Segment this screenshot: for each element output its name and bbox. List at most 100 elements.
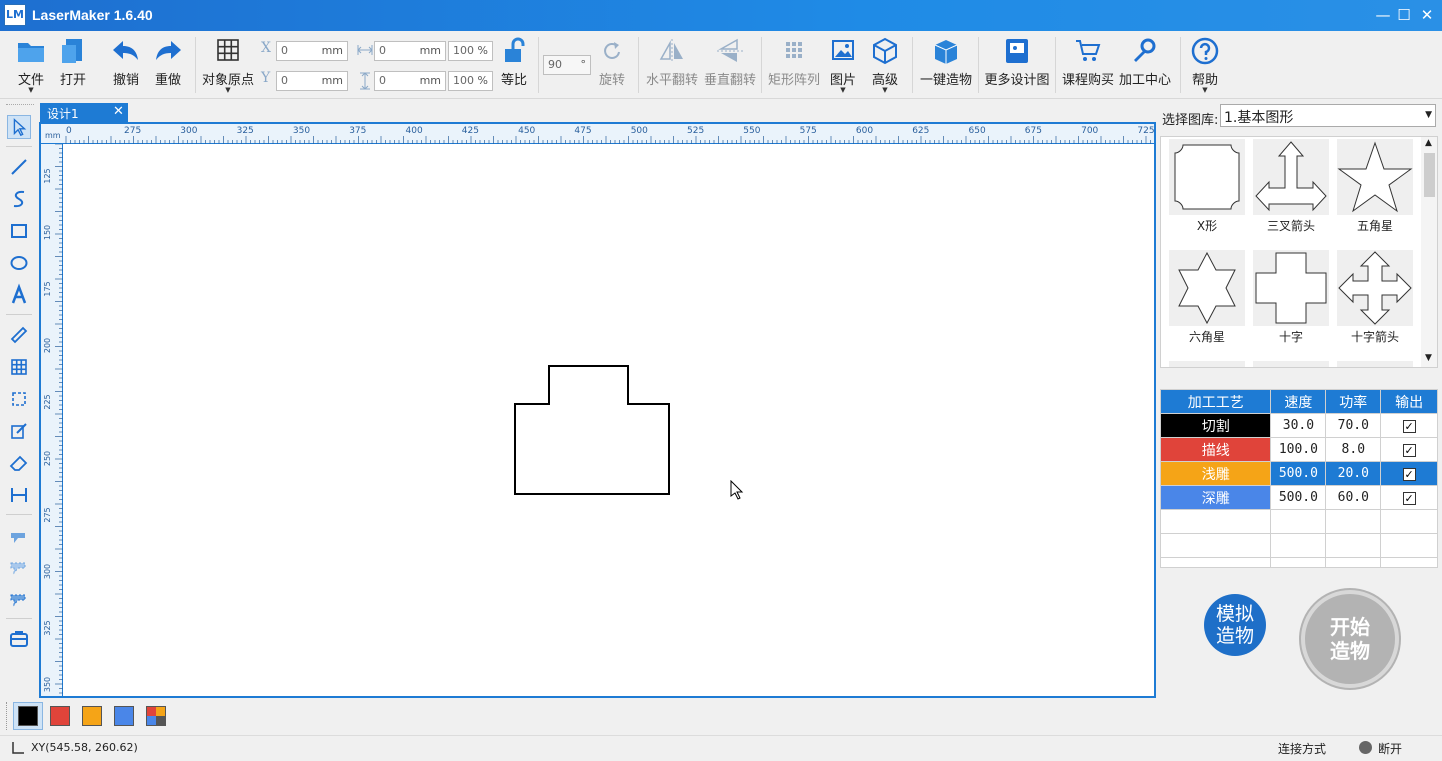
process-name: 描线 bbox=[1159, 437, 1272, 462]
shape-cross-arrow[interactable] bbox=[1337, 250, 1413, 326]
text-tool-icon[interactable] bbox=[7, 283, 31, 307]
process-center-button[interactable]: 加工中心 bbox=[1116, 31, 1174, 97]
shape-cross[interactable] bbox=[1253, 250, 1329, 326]
rotate-icon bbox=[604, 42, 620, 59]
file-button[interactable]: 文件 ▼ bbox=[12, 31, 50, 97]
height-input[interactable]: 0 mm bbox=[374, 71, 446, 91]
chevron-down-icon: ▼ bbox=[28, 86, 34, 94]
process-speed[interactable]: 500.0 bbox=[1270, 485, 1327, 510]
table-grid-icon[interactable] bbox=[7, 355, 31, 379]
toolbox-icon[interactable] bbox=[7, 627, 31, 651]
shape-five-star-label: 五角星 bbox=[1356, 219, 1393, 233]
ruler-tick-label: 300 bbox=[43, 564, 52, 579]
eraser-icon[interactable] bbox=[7, 451, 31, 475]
frame-tool-icon[interactable] bbox=[7, 387, 31, 411]
help-button[interactable]: 帮助 ▼ bbox=[1186, 31, 1224, 97]
color-swatch-orange[interactable] bbox=[82, 706, 102, 726]
line-tool-icon[interactable] bbox=[7, 155, 31, 179]
vertical-ruler-ticks: 125 150 175 200 225 250 275 300 325 350 bbox=[43, 144, 63, 694]
shape-x[interactable] bbox=[1169, 139, 1245, 215]
width-percent-input[interactable]: 100% bbox=[448, 41, 493, 61]
edit-node-icon[interactable] bbox=[7, 419, 31, 443]
measure-ruler-icon[interactable] bbox=[7, 323, 31, 347]
table-row[interactable]: 切割 30.0 70.0 ✓ bbox=[1159, 413, 1438, 438]
table-row[interactable]: 深雕 500.0 60.0 ✓ bbox=[1159, 485, 1438, 510]
color-swatch-black[interactable] bbox=[18, 706, 38, 726]
process-power[interactable]: 70.0 bbox=[1325, 413, 1382, 438]
library-scrollbar[interactable]: ▲ ▼ bbox=[1421, 137, 1437, 367]
ellipse-tool-icon[interactable] bbox=[7, 251, 31, 275]
process-speed[interactable]: 30.0 bbox=[1270, 413, 1327, 438]
scroll-down-icon[interactable]: ▼ bbox=[1425, 353, 1432, 363]
scrollbar-thumb[interactable] bbox=[1424, 153, 1435, 197]
unit-label: mm bbox=[419, 44, 441, 57]
height-percent-input[interactable]: 100% bbox=[448, 71, 493, 91]
minimize-button[interactable]: — bbox=[1374, 6, 1392, 24]
process-power[interactable]: 8.0 bbox=[1325, 437, 1382, 462]
table-row[interactable]: 描线 100.0 8.0 ✓ bbox=[1159, 437, 1438, 462]
color-swatch-red[interactable] bbox=[50, 706, 70, 726]
rectangle-tool-icon[interactable] bbox=[7, 219, 31, 243]
design-gallery-icon bbox=[1006, 39, 1028, 63]
x-position-input[interactable]: 0 mm bbox=[276, 41, 348, 61]
close-button[interactable]: ✕ bbox=[1418, 6, 1436, 24]
width-input[interactable]: 0 mm bbox=[374, 41, 446, 61]
process-power[interactable]: 60.0 bbox=[1325, 485, 1382, 510]
fill-tool-icon[interactable] bbox=[7, 523, 31, 547]
select-pointer-icon[interactable] bbox=[7, 115, 31, 139]
object-origin-button[interactable]: 对象原点 ▼ bbox=[200, 31, 256, 97]
design-canvas[interactable]: 0 275 300 325 350 375 400 425 450 475 500 525 550 575… bbox=[39, 122, 1156, 698]
process-name: 深雕 bbox=[1159, 485, 1272, 510]
advanced-button[interactable]: 高级 ▼ bbox=[866, 31, 904, 97]
output-checkbox[interactable]: ✓ bbox=[1402, 443, 1416, 457]
cube-icon bbox=[873, 37, 897, 65]
shape-cross-label: 十字 bbox=[1278, 330, 1303, 344]
grip-handle[interactable] bbox=[6, 104, 34, 106]
image-button[interactable]: 图片 ▼ bbox=[826, 31, 860, 97]
rotate-angle-input[interactable]: 90 ° bbox=[543, 55, 591, 75]
color-swatch-multi[interactable] bbox=[146, 706, 166, 726]
scroll-up-icon[interactable]: ▲ bbox=[1425, 138, 1432, 148]
separator bbox=[761, 37, 762, 93]
shape-six-star[interactable] bbox=[1169, 250, 1245, 326]
one-click-make-button[interactable]: 一键造物 bbox=[918, 31, 974, 97]
lock-ratio-button[interactable]: 等比 bbox=[496, 31, 532, 97]
open-button[interactable]: 打开 bbox=[54, 31, 92, 97]
fill-outline-icon[interactable] bbox=[7, 555, 31, 579]
process-speed[interactable]: 500.0 bbox=[1270, 461, 1327, 486]
table-row[interactable]: 浅雕 500.0 20.0 ✓ bbox=[1159, 461, 1438, 486]
drawn-shape[interactable] bbox=[511, 364, 671, 496]
undo-button[interactable]: 撤销 bbox=[106, 31, 146, 97]
horizontal-flip-button[interactable]: 水平翻转 bbox=[644, 31, 700, 97]
output-checkbox[interactable]: ✓ bbox=[1402, 467, 1416, 481]
rect-array-button[interactable]: 矩形阵列 bbox=[766, 31, 822, 97]
tab-close-icon[interactable]: ✕ bbox=[113, 104, 124, 119]
rotate-button[interactable]: 旋转 bbox=[595, 31, 629, 97]
shape-x-label: X形 bbox=[1196, 219, 1218, 233]
process-speed[interactable]: 100.0 bbox=[1270, 437, 1327, 462]
divider bbox=[6, 618, 32, 619]
ruler-tick-label: 275 bbox=[124, 126, 141, 136]
start-make-button[interactable]: 开始 造物 bbox=[1301, 590, 1399, 688]
fill-down-icon[interactable] bbox=[7, 587, 31, 611]
color-swatch-blue[interactable] bbox=[114, 706, 134, 726]
output-checkbox[interactable]: ✓ bbox=[1402, 491, 1416, 505]
horizontal-flip-label: 水平翻转 bbox=[645, 73, 698, 88]
grip-handle[interactable] bbox=[6, 702, 10, 730]
output-checkbox[interactable]: ✓ bbox=[1402, 419, 1416, 433]
shape-trident-arrow[interactable] bbox=[1253, 139, 1329, 215]
course-purchase-button[interactable]: 课程购买 bbox=[1060, 31, 1116, 97]
y-position-input[interactable]: 0 mm bbox=[276, 71, 348, 91]
more-designs-button[interactable]: 更多设计图 bbox=[983, 31, 1051, 97]
curve-tool-icon[interactable] bbox=[7, 187, 31, 211]
tab-design1[interactable]: 设计1 ✕ bbox=[40, 103, 128, 122]
redo-button[interactable]: 重做 bbox=[148, 31, 188, 97]
maximize-button[interactable]: ☐ bbox=[1395, 6, 1413, 24]
process-power[interactable]: 20.0 bbox=[1325, 461, 1382, 486]
simulate-button[interactable]: 模拟 造物 bbox=[1204, 594, 1266, 656]
vertical-flip-button[interactable]: 垂直翻转 bbox=[702, 31, 758, 97]
shape-cross-arrow-label: 十字箭头 bbox=[1350, 330, 1399, 344]
distance-tool-icon[interactable] bbox=[7, 483, 31, 507]
library-dropdown[interactable]: 1.基本图形 ▼ bbox=[1220, 104, 1436, 127]
shape-five-star[interactable] bbox=[1337, 139, 1413, 215]
